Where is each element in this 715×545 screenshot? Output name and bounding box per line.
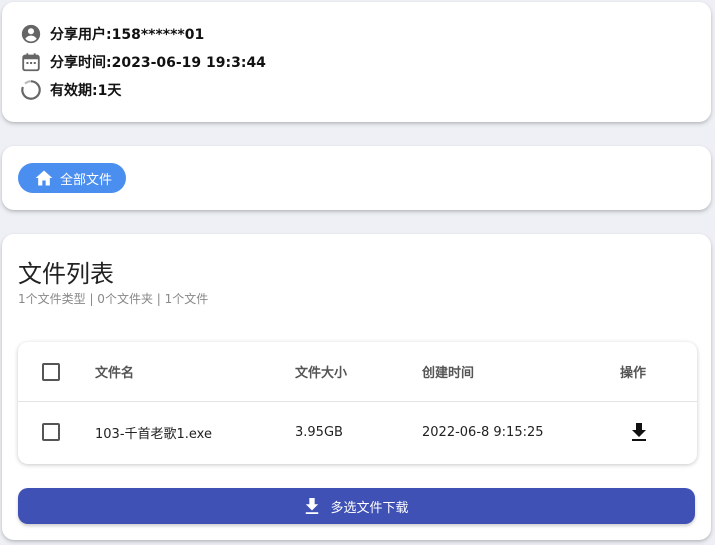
row-select-checkbox[interactable] — [42, 423, 60, 441]
account-circle-icon — [20, 23, 42, 45]
batch-download-button[interactable]: 多选文件下载 — [18, 488, 695, 524]
breadcrumb-card: 全部文件 — [2, 146, 711, 210]
share-time-row: 分享时间:2023-06-19 19:3:44 — [20, 51, 266, 73]
share-user-row: 分享用户:158******01 — [20, 23, 204, 45]
batch-download-label: 多选文件下载 — [330, 500, 409, 516]
file-size-cell: 3.95GB — [295, 424, 343, 440]
file-list-card: 文件列表 1个文件类型 | 0个文件夹 | 1个文件 文件名 文件大小 创建时间… — [2, 234, 711, 540]
share-time-text: 分享时间:2023-06-19 19:3:44 — [50, 55, 266, 71]
column-header-action: 操作 — [620, 366, 647, 381]
share-info-card: 分享用户:158******01 分享时间:2023-06-19 19:3:44… — [2, 2, 711, 122]
calendar-icon — [20, 51, 42, 73]
download-icon[interactable] — [627, 420, 651, 444]
file-name-cell: 103-千首老歌1.exe — [95, 426, 212, 442]
download-icon — [304, 496, 324, 516]
validity-row: 有效期:1天 — [20, 79, 121, 101]
table-row: 103-千首老歌1.exe 3.95GB 2022-06-8 9:15:25 — [18, 402, 697, 462]
all-files-label: 全部文件 — [60, 172, 113, 188]
column-header-created: 创建时间 — [422, 366, 475, 381]
timer-ring-icon — [20, 79, 42, 101]
column-header-name: 文件名 — [95, 366, 135, 381]
select-all-checkbox[interactable] — [42, 362, 60, 381]
file-created-cell: 2022-06-8 9:15:25 — [422, 424, 544, 440]
file-list-title: 文件列表 — [18, 260, 114, 288]
file-list-summary: 1个文件类型 | 0个文件夹 | 1个文件 — [18, 292, 209, 306]
file-table: 文件名 文件大小 创建时间 操作 103-千首老歌1.exe 3.95GB 20… — [18, 342, 697, 464]
share-user-text: 分享用户:158******01 — [50, 27, 205, 43]
validity-text: 有效期:1天 — [50, 83, 122, 99]
home-icon — [34, 168, 54, 188]
column-header-size: 文件大小 — [295, 366, 348, 381]
table-header-row: 文件名 文件大小 创建时间 操作 — [18, 342, 697, 402]
all-files-button[interactable]: 全部文件 — [18, 163, 127, 193]
